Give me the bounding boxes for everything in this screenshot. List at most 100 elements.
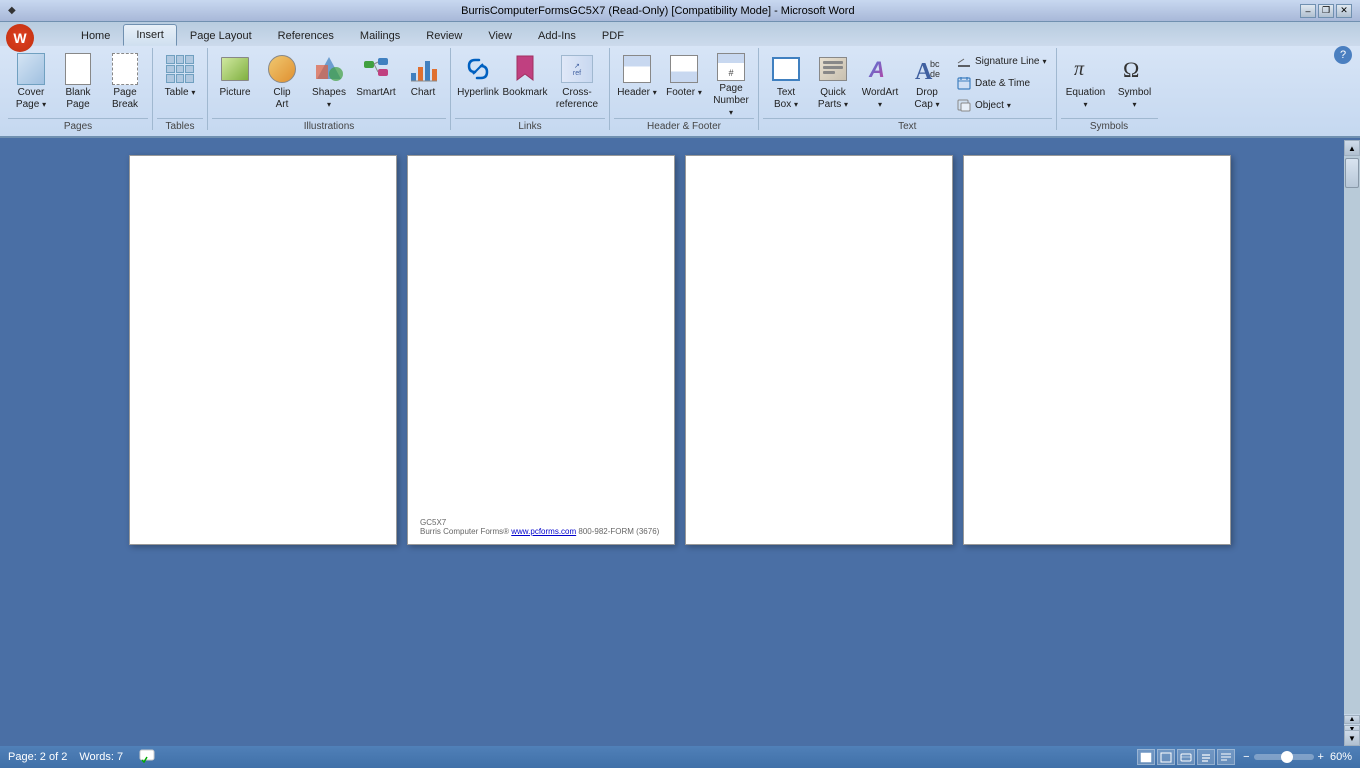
outline-view[interactable]	[1197, 749, 1215, 765]
equation-label: Equation ▾	[1064, 87, 1108, 111]
header-button[interactable]: Header ▾	[614, 50, 660, 116]
symbols-group-label: Symbols	[1061, 118, 1158, 133]
title-bar-left: ◆	[8, 5, 16, 16]
page-number-label: PageNumber ▾	[711, 83, 751, 119]
text-box-icon	[772, 57, 800, 81]
svg-text:bc: bc	[930, 59, 940, 69]
quick-parts-button[interactable]: QuickParts ▾	[810, 50, 856, 116]
footer-button[interactable]: Footer ▾	[661, 50, 707, 116]
cover-page-button[interactable]: CoverPage ▾	[8, 50, 54, 116]
header-footer-group-label: Header & Footer	[614, 118, 754, 133]
text-box-label: TextBox ▾	[774, 87, 798, 111]
tab-addins[interactable]: Add-Ins	[525, 24, 589, 46]
office-button[interactable]: W	[6, 24, 34, 52]
scroll-up-button[interactable]: ▲	[1344, 140, 1360, 156]
chart-button[interactable]: Chart	[400, 50, 446, 116]
illustrations-items: Picture ClipArt Shapes ▾ SmartArt	[212, 48, 446, 118]
document-area: GC5X7 Burris Computer Forms® www.pcforms…	[0, 140, 1360, 746]
tab-home[interactable]: Home	[68, 24, 123, 46]
wordart-button[interactable]: A WordArt ▾	[857, 50, 903, 116]
ribbon-group-links: Hyperlink Bookmark ↗ref Cross-reference …	[451, 48, 610, 130]
web-layout-view[interactable]	[1177, 749, 1195, 765]
close-button[interactable]: ✕	[1336, 4, 1352, 18]
hyperlink-label: Hyperlink	[457, 87, 499, 99]
page-footer-link[interactable]: www.pcforms.com	[511, 527, 576, 536]
date-time-label: Date & Time	[975, 78, 1030, 89]
text-box-button[interactable]: TextBox ▾	[763, 50, 809, 116]
illustrations-group-label: Illustrations	[212, 118, 446, 133]
full-screen-view[interactable]	[1157, 749, 1175, 765]
date-time-icon	[956, 75, 972, 91]
tab-review[interactable]: Review	[413, 24, 475, 46]
signature-line-icon	[956, 53, 972, 69]
chart-label: Chart	[411, 87, 435, 99]
header-icon	[623, 55, 651, 83]
object-button[interactable]: Object ▾	[951, 95, 1052, 115]
bookmark-icon	[509, 53, 541, 85]
cover-page-icon	[17, 53, 45, 85]
quick-parts-label: QuickParts ▾	[818, 87, 848, 111]
scroll-thumb[interactable]	[1345, 158, 1359, 188]
equation-button[interactable]: π Equation ▾	[1061, 50, 1111, 116]
chart-icon	[407, 53, 439, 85]
zoom-slider[interactable]	[1254, 754, 1314, 760]
shapes-label: Shapes ▾	[309, 87, 349, 111]
scroll-down-button[interactable]: ▼	[1344, 730, 1360, 746]
page-break-label: PageBreak	[112, 87, 138, 111]
picture-button[interactable]: Picture	[212, 50, 258, 116]
header-label: Header ▾	[617, 87, 657, 99]
zoom-out-button[interactable]: −	[1243, 751, 1249, 763]
page-break-button[interactable]: PageBreak	[102, 50, 148, 116]
header-footer-items: Header ▾ Footer ▾ # PageNumber ▾	[614, 48, 754, 118]
pages-container: GC5X7 Burris Computer Forms® www.pcforms…	[129, 155, 1231, 545]
page-2-footer: GC5X7 Burris Computer Forms® www.pcforms…	[420, 518, 659, 536]
minimize-button[interactable]: –	[1300, 4, 1316, 18]
ribbon-group-header-footer: Header ▾ Footer ▾ # PageNumber ▾ Header …	[610, 48, 759, 130]
clip-art-button[interactable]: ClipArt	[259, 50, 305, 116]
scroll-track	[1344, 156, 1360, 714]
symbol-button[interactable]: Ω Symbol ▾	[1112, 50, 1158, 116]
tab-references[interactable]: References	[265, 24, 347, 46]
tab-insert[interactable]: Insert	[123, 24, 177, 46]
cross-reference-button[interactable]: ↗ref Cross-reference	[549, 50, 605, 116]
blank-page-button[interactable]: BlankPage	[55, 50, 101, 116]
status-right: − + 60%	[1137, 749, 1352, 765]
ribbon: Home Insert Page Layout References Maili…	[0, 22, 1360, 138]
zoom-thumb	[1281, 751, 1293, 763]
shapes-button[interactable]: Shapes ▾	[306, 50, 352, 116]
smartart-icon	[360, 53, 392, 85]
table-button[interactable]: Table ▾	[157, 50, 203, 116]
blank-page-icon	[65, 53, 91, 85]
title-bar-controls[interactable]: – ❐ ✕	[1300, 4, 1352, 18]
pages-items: CoverPage ▾ BlankPage PageBreak	[8, 48, 148, 118]
spell-check-icon[interactable]	[139, 749, 155, 766]
picture-icon	[221, 57, 249, 81]
bookmark-button[interactable]: Bookmark	[502, 50, 548, 116]
tab-mailings[interactable]: Mailings	[347, 24, 413, 46]
zoom-in-button[interactable]: +	[1318, 751, 1324, 763]
symbols-items: π Equation ▾ Ω Symbol ▾	[1061, 48, 1158, 118]
title-bar: ◆ BurrisComputerFormsGC5X7 (Read-Only) […	[0, 0, 1360, 22]
tab-view[interactable]: View	[475, 24, 525, 46]
drop-cap-button[interactable]: Abcde DropCap ▾	[904, 50, 950, 116]
ribbon-group-symbols: π Equation ▾ Ω Symbol ▾ Symbols	[1057, 48, 1162, 130]
help-button[interactable]: ?	[1334, 46, 1352, 64]
scroll-page-up[interactable]: ▲	[1344, 715, 1360, 724]
restore-button[interactable]: ❐	[1318, 4, 1334, 18]
signature-line-button[interactable]: Signature Line ▾	[951, 51, 1052, 71]
smartart-button[interactable]: SmartArt	[353, 50, 399, 116]
date-time-button[interactable]: Date & Time	[951, 73, 1052, 93]
view-buttons	[1137, 749, 1235, 765]
page-number-button[interactable]: # PageNumber ▾	[708, 50, 754, 116]
draft-view[interactable]	[1217, 749, 1235, 765]
table-label: Table ▾	[165, 87, 196, 99]
text-items: TextBox ▾ QuickParts ▾ A	[763, 48, 1052, 118]
svg-text:de: de	[930, 69, 940, 79]
print-layout-view[interactable]	[1137, 749, 1155, 765]
hyperlink-button[interactable]: Hyperlink	[455, 50, 501, 116]
tab-page-layout[interactable]: Page Layout	[177, 24, 265, 46]
tables-items: Table ▾	[157, 48, 203, 118]
tables-group-label: Tables	[157, 118, 203, 133]
cross-reference-label: Cross-reference	[556, 87, 598, 111]
tab-pdf[interactable]: PDF	[589, 24, 637, 46]
